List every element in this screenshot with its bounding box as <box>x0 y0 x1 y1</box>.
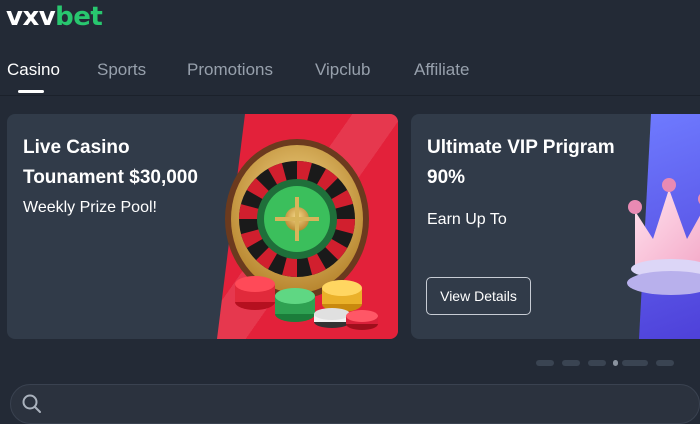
banner-subtitle: Earn Up To <box>427 211 507 228</box>
roulette-wheel-icon <box>225 139 378 330</box>
main-nav: Casino Sports Promotions Vipclub Affilia… <box>0 54 700 96</box>
logo-text-bet: bet <box>55 2 103 32</box>
carousel-dot[interactable] <box>656 360 674 366</box>
tab-affiliate[interactable]: Affiliate <box>414 60 469 80</box>
tab-casino[interactable]: Casino <box>7 60 60 80</box>
search-input[interactable] <box>10 384 700 424</box>
nav-divider <box>0 95 700 96</box>
promo-banner-vip[interactable]: Ultimate VIP Prigram 90% Earn Up To View… <box>411 114 700 339</box>
search-icon <box>22 394 41 413</box>
banner-title-line1: Ultimate VIP Prigram <box>427 137 615 158</box>
view-details-button[interactable]: View Details <box>426 277 531 315</box>
carousel-dot[interactable] <box>562 360 580 366</box>
banner-title-line1: Live Casino <box>23 137 130 158</box>
banner-title-line2: Tounament $30,000 <box>23 167 198 188</box>
banner-title-line2: 90% <box>427 167 466 188</box>
carousel-dot[interactable] <box>536 360 554 366</box>
promo-banner-live-casino[interactable]: Live Casino Tounament $30,000 Weekly Pri… <box>7 114 398 339</box>
logo-text-vxv: vxv <box>6 2 56 32</box>
brand-logo[interactable]: vxvbet <box>6 2 103 32</box>
active-tab-indicator <box>18 90 44 93</box>
carousel-dot-active[interactable] <box>613 360 618 366</box>
tab-sports[interactable]: Sports <box>97 60 146 80</box>
carousel-dot[interactable] <box>622 360 648 366</box>
tab-vipclub[interactable]: Vipclub <box>315 60 370 80</box>
crown-icon <box>627 178 700 295</box>
carousel-pagination <box>0 360 700 368</box>
carousel-dot[interactable] <box>588 360 606 366</box>
banner-subtitle: Weekly Prize Pool! <box>23 199 157 216</box>
tab-promotions[interactable]: Promotions <box>187 60 273 80</box>
top-bar: vxvbet <box>0 0 700 40</box>
